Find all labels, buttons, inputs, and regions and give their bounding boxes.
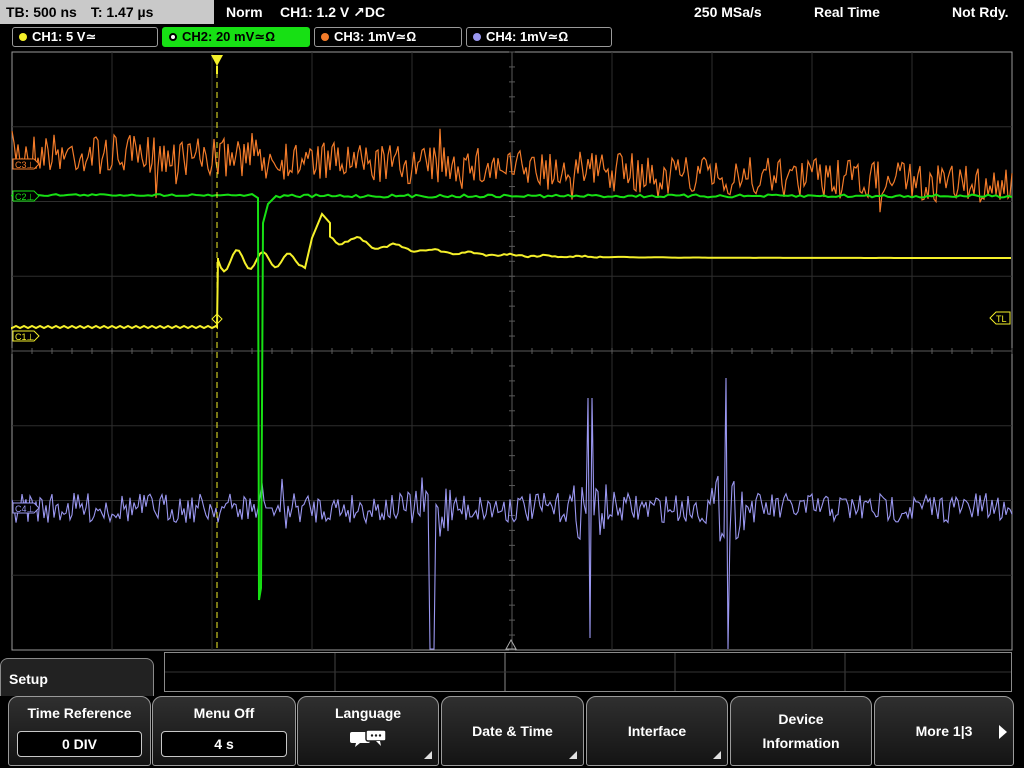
ch2-label: CH2: 20 mV≃Ω	[182, 29, 276, 44]
ch3-label: CH3: 1mV≃Ω	[334, 29, 417, 44]
ch1-marker-text: C1⊥	[15, 332, 35, 342]
ch4-ground-marker[interactable]: C4⊥	[12, 502, 40, 514]
time-reference-button[interactable]: Time Reference 0 DIV	[8, 696, 151, 766]
trigger-time-text: T: 1.47 µs	[90, 4, 154, 20]
softkey-bar: Time Reference 0 DIV Menu Off 4 s Langua…	[0, 696, 1024, 768]
timebase-text: TB: 500 ns	[6, 4, 77, 20]
ch1-label: CH1: 5 V≃	[32, 29, 97, 44]
chevron-right-icon	[999, 725, 1007, 739]
interface-button[interactable]: Interface	[586, 696, 728, 766]
trigger-info[interactable]: CH1: 1.2 V ↗DC	[280, 0, 385, 24]
ch3-ground-marker[interactable]: C3⊥	[12, 158, 40, 170]
more-button[interactable]: More 1|3	[874, 696, 1014, 766]
acquisition-mode: Real Time	[814, 4, 880, 20]
language-submenu-indicator	[424, 751, 432, 759]
menu-off-button[interactable]: Menu Off 4 s	[152, 696, 296, 766]
date-time-label: Date & Time	[472, 723, 553, 739]
device-info-line1: Device	[778, 711, 824, 727]
ch4-marker-text: C4⊥	[15, 504, 35, 514]
zoom-overview-strip[interactable]	[164, 652, 1012, 692]
time-reference-value: 0 DIV	[17, 731, 142, 757]
device-info-line2: Information	[762, 735, 840, 751]
menu-off-value: 4 s	[161, 731, 287, 757]
channel-tab-ch1[interactable]: CH1: 5 V≃	[12, 27, 158, 47]
trigger-level-text: TL	[996, 314, 1007, 324]
device-information-button[interactable]: Device Information	[730, 696, 872, 766]
ch2-marker-text: C2⊥	[15, 192, 35, 202]
menu-off-label: Menu Off	[193, 705, 255, 721]
ch4-label: CH4: 1mV≃Ω	[486, 29, 569, 44]
more-label: More 1|3	[915, 723, 973, 739]
sample-rate: 250 MSa/s	[694, 4, 762, 20]
ch1-ground-marker[interactable]: C1⊥	[12, 330, 40, 342]
ch3-color-dot	[321, 33, 329, 41]
ready-state: Not Rdy.	[952, 4, 1009, 20]
ch2-color-dot	[169, 33, 177, 41]
time-reference-label: Time Reference	[27, 705, 132, 721]
channel-tab-ch2[interactable]: CH2: 20 mV≃Ω	[162, 27, 310, 47]
ch2-ground-marker[interactable]: C2⊥	[12, 190, 40, 202]
ch3-marker-text: C3⊥	[15, 160, 35, 170]
ch1-color-dot	[19, 33, 27, 41]
timebase-box[interactable]: TB: 500 ns T: 1.47 µs	[0, 0, 214, 24]
trigger-mode[interactable]: Norm	[226, 0, 263, 24]
trigger-coupling: DC	[364, 4, 386, 20]
interface-submenu-indicator	[713, 751, 721, 759]
channel-tab-ch4[interactable]: CH4: 1mV≃Ω	[466, 27, 612, 47]
trigger-slope-icon: ↗	[353, 4, 365, 20]
channel-tab-ch3[interactable]: CH3: 1mV≃Ω	[314, 27, 462, 47]
menu-title: Setup	[9, 671, 48, 687]
ch4-color-dot	[473, 33, 481, 41]
language-label: Language	[334, 705, 402, 721]
date-time-submenu-indicator	[569, 751, 577, 759]
speech-bubbles-icon	[350, 729, 387, 747]
waveform-display[interactable]: C3⊥ C2⊥ C1⊥ C4⊥ TL	[0, 48, 1024, 656]
channel-bar: CH1: 5 V≃ CH2: 20 mV≃Ω CH3: 1mV≃Ω CH4: 1…	[0, 26, 1024, 48]
date-time-button[interactable]: Date & Time	[441, 696, 584, 766]
trigger-source: CH1: 1.2 V	[280, 4, 350, 20]
status-bar: TB: 500 ns T: 1.47 µs Norm CH1: 1.2 V ↗DC…	[0, 0, 1024, 24]
language-button[interactable]: Language	[297, 696, 439, 766]
menu-title-tab: Setup	[0, 658, 154, 698]
interface-label: Interface	[627, 723, 687, 739]
